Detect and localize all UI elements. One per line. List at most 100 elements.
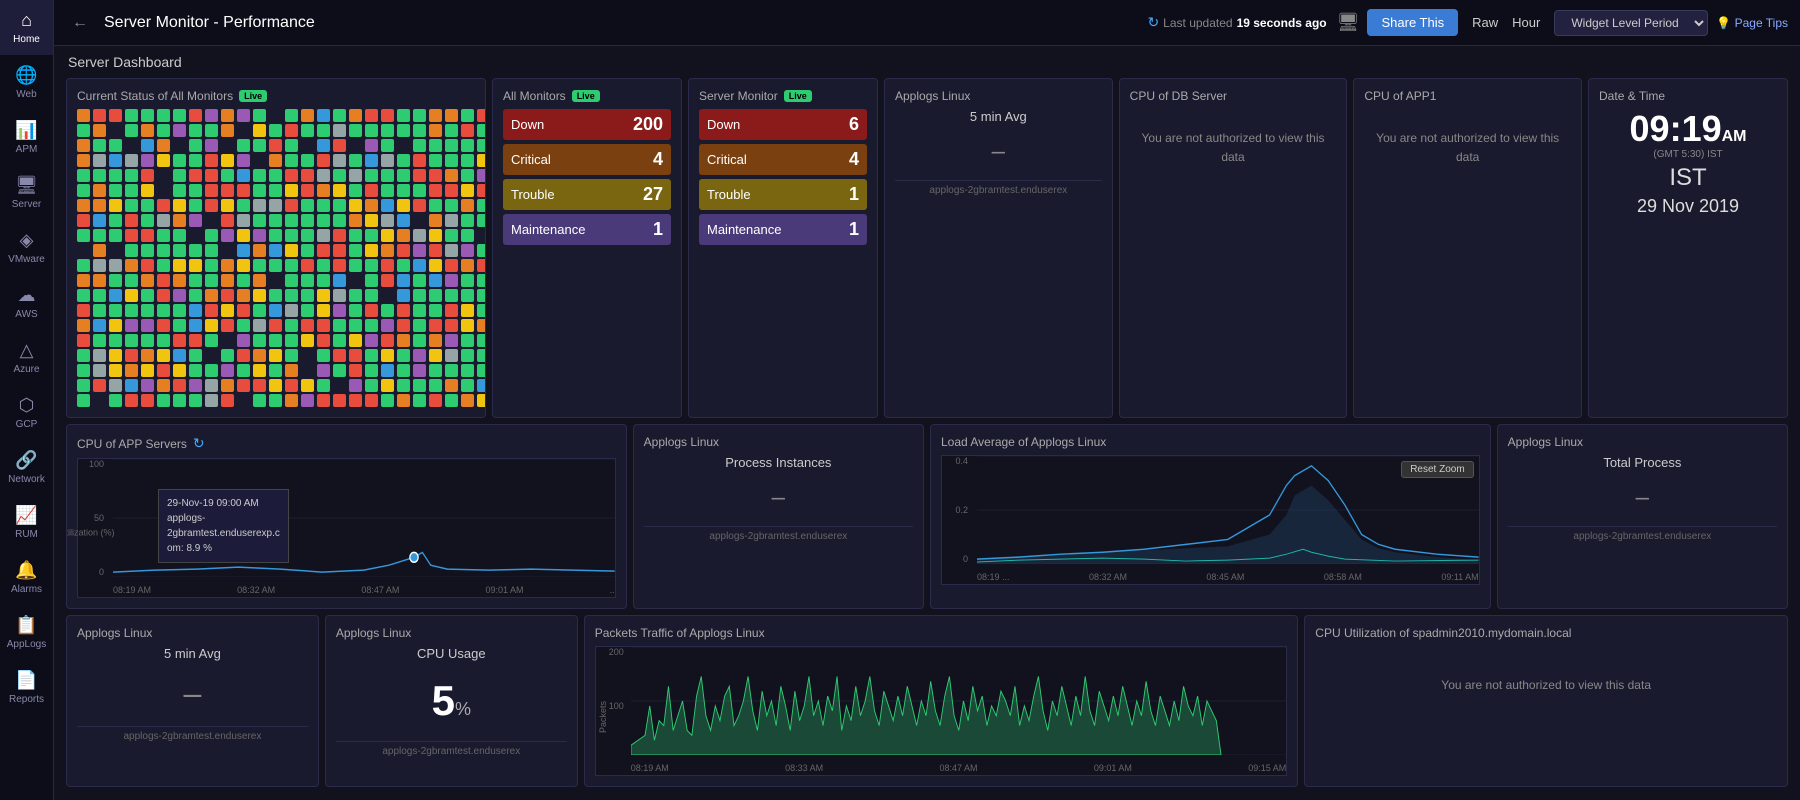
monitor-dot[interactable] bbox=[429, 139, 442, 152]
monitor-dot[interactable] bbox=[157, 379, 170, 392]
monitor-dot[interactable] bbox=[253, 289, 266, 302]
monitor-dot[interactable] bbox=[269, 259, 282, 272]
monitor-dot[interactable] bbox=[317, 169, 330, 182]
monitor-dot[interactable] bbox=[221, 289, 234, 302]
monitor-dot[interactable] bbox=[413, 364, 426, 377]
monitor-dot[interactable] bbox=[77, 289, 90, 302]
monitor-dot[interactable] bbox=[125, 289, 138, 302]
monitor-dot[interactable] bbox=[429, 274, 442, 287]
monitor-dot[interactable] bbox=[269, 244, 282, 257]
monitor-dot[interactable] bbox=[141, 199, 154, 212]
monitor-dot[interactable] bbox=[125, 304, 138, 317]
monitor-dot[interactable] bbox=[445, 334, 458, 347]
monitor-dot[interactable] bbox=[317, 214, 330, 227]
monitor-dot[interactable] bbox=[429, 169, 442, 182]
refresh-icon[interactable]: ↻ bbox=[1147, 14, 1159, 31]
monitor-dot[interactable] bbox=[221, 334, 234, 347]
monitor-dot[interactable] bbox=[205, 244, 218, 257]
monitor-dot[interactable] bbox=[365, 304, 378, 317]
monitor-dot[interactable] bbox=[429, 259, 442, 272]
monitor-dot[interactable] bbox=[445, 109, 458, 122]
monitor-dot[interactable] bbox=[413, 349, 426, 362]
monitor-dot[interactable] bbox=[205, 379, 218, 392]
monitor-dot[interactable] bbox=[173, 304, 186, 317]
monitor-dot[interactable] bbox=[77, 259, 90, 272]
monitor-dot[interactable] bbox=[77, 109, 90, 122]
monitor-dot[interactable] bbox=[141, 394, 154, 407]
monitor-dot[interactable] bbox=[269, 154, 282, 167]
monitor-dot[interactable] bbox=[237, 274, 250, 287]
monitor-dot[interactable] bbox=[109, 229, 122, 242]
monitor-dot[interactable] bbox=[301, 289, 314, 302]
monitor-dot[interactable] bbox=[269, 289, 282, 302]
monitor-dot[interactable] bbox=[285, 304, 298, 317]
monitor-dot[interactable] bbox=[413, 229, 426, 242]
monitor-dot[interactable] bbox=[445, 124, 458, 137]
monitor-dot[interactable] bbox=[349, 214, 362, 227]
monitor-dot[interactable] bbox=[109, 304, 122, 317]
monitor-dot[interactable] bbox=[301, 394, 314, 407]
monitor-dot[interactable] bbox=[269, 394, 282, 407]
monitor-dot[interactable] bbox=[237, 394, 250, 407]
monitor-dot[interactable] bbox=[365, 139, 378, 152]
monitor-dot[interactable] bbox=[397, 379, 410, 392]
monitor-dot[interactable] bbox=[317, 184, 330, 197]
monitor-dot[interactable] bbox=[221, 184, 234, 197]
monitor-dot[interactable] bbox=[365, 289, 378, 302]
monitor-dot[interactable] bbox=[301, 334, 314, 347]
monitor-dot[interactable] bbox=[285, 109, 298, 122]
server-maintenance-row[interactable]: Maintenance 1 bbox=[699, 214, 867, 245]
monitor-dot[interactable] bbox=[93, 364, 106, 377]
monitor-dot[interactable] bbox=[109, 319, 122, 332]
monitor-dot[interactable] bbox=[173, 184, 186, 197]
monitor-dot[interactable] bbox=[397, 274, 410, 287]
monitor-dot[interactable] bbox=[205, 199, 218, 212]
monitor-dot[interactable] bbox=[397, 334, 410, 347]
monitor-dot[interactable] bbox=[333, 169, 346, 182]
monitor-dot[interactable] bbox=[461, 304, 474, 317]
monitor-dot[interactable] bbox=[397, 244, 410, 257]
monitor-dot[interactable] bbox=[381, 109, 394, 122]
monitor-dot[interactable] bbox=[141, 304, 154, 317]
monitor-dot[interactable] bbox=[173, 319, 186, 332]
monitor-dot[interactable] bbox=[173, 379, 186, 392]
monitor-dot[interactable] bbox=[93, 244, 106, 257]
monitor-dot[interactable] bbox=[317, 319, 330, 332]
monitor-dot[interactable] bbox=[317, 289, 330, 302]
monitor-dot[interactable] bbox=[269, 229, 282, 242]
monitor-dot[interactable] bbox=[317, 364, 330, 377]
monitor-dot[interactable] bbox=[77, 304, 90, 317]
monitor-dot[interactable] bbox=[173, 349, 186, 362]
monitor-dot[interactable] bbox=[349, 169, 362, 182]
monitor-dot[interactable] bbox=[173, 124, 186, 137]
monitor-dot[interactable] bbox=[93, 394, 106, 407]
monitor-dot[interactable] bbox=[141, 124, 154, 137]
monitor-dot[interactable] bbox=[269, 184, 282, 197]
monitor-dot[interactable] bbox=[77, 229, 90, 242]
sidebar-item-vmware[interactable]: ◈ VMware bbox=[0, 220, 53, 275]
monitor-dot[interactable] bbox=[141, 169, 154, 182]
monitor-dot[interactable] bbox=[173, 394, 186, 407]
monitor-dot[interactable] bbox=[445, 304, 458, 317]
monitor-dot[interactable] bbox=[349, 154, 362, 167]
monitor-dot[interactable] bbox=[189, 259, 202, 272]
monitor-dot[interactable] bbox=[157, 124, 170, 137]
monitor-dot[interactable] bbox=[205, 394, 218, 407]
monitor-dot[interactable] bbox=[253, 349, 266, 362]
monitor-dot[interactable] bbox=[77, 364, 90, 377]
monitor-dot[interactable] bbox=[157, 274, 170, 287]
monitor-dot[interactable] bbox=[317, 109, 330, 122]
monitor-dot[interactable] bbox=[237, 364, 250, 377]
monitor-dot[interactable] bbox=[285, 124, 298, 137]
monitor-dot[interactable] bbox=[93, 139, 106, 152]
monitor-dot[interactable] bbox=[301, 214, 314, 227]
monitor-dot[interactable] bbox=[397, 289, 410, 302]
monitor-dot[interactable] bbox=[461, 124, 474, 137]
monitor-dot[interactable] bbox=[141, 349, 154, 362]
monitor-dot[interactable] bbox=[157, 214, 170, 227]
monitor-dot[interactable] bbox=[317, 394, 330, 407]
monitor-dot[interactable] bbox=[173, 289, 186, 302]
monitor-dot[interactable] bbox=[269, 349, 282, 362]
monitor-dot[interactable] bbox=[221, 349, 234, 362]
monitor-dot[interactable] bbox=[317, 139, 330, 152]
